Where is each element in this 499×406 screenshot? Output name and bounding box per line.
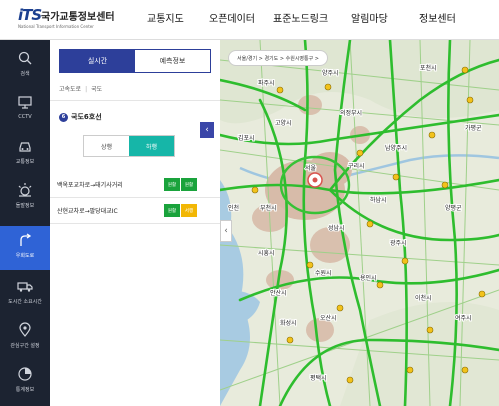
- header: iTS 국가교통정보센터 National Transport Informat…: [0, 0, 499, 40]
- status-badge: 서행: [181, 204, 197, 217]
- nav-detour-label: 우회도로: [15, 253, 35, 259]
- pin-icon: [19, 322, 31, 337]
- map-label: 구리시: [348, 162, 365, 170]
- map-label: 오산시: [320, 314, 337, 322]
- map-label: 하남시: [370, 196, 387, 204]
- road-type-highway[interactable]: 고속도로: [59, 86, 81, 93]
- direction-toggle: 상행 하행: [83, 135, 175, 157]
- logo-subtitle: National Transport Information Center: [18, 24, 94, 29]
- its-logo[interactable]: iTS 국가교통정보센터 National Transport Informat…: [18, 6, 118, 36]
- gnb-standard-node-link[interactable]: 표준노드링크: [273, 10, 351, 30]
- map-label: 수원시: [315, 269, 332, 277]
- nav-intercity-time-label: 도시간 소요시간: [8, 299, 42, 305]
- section-row[interactable]: 백옥포교차로→태기사거리 원활 원활: [50, 172, 220, 198]
- left-nav: 검색 CCTV 교통정보 돌발정보 우회도로 도시간 소요시간 관심구간 설정 …: [0, 40, 50, 406]
- detour-icon: [20, 233, 32, 246]
- road-type-national[interactable]: 국도: [91, 86, 102, 93]
- nav-traffic[interactable]: 교통정보: [0, 132, 50, 176]
- nav-intercity-time[interactable]: 도시간 소요시간: [0, 272, 50, 316]
- map-breadcrumb[interactable]: 서울/경기 > 경기도 > 수원시영통구 >: [228, 50, 329, 66]
- status-badge: 원활: [164, 204, 180, 217]
- detour-panel: 실시간 예측정보 고속도로 | 국도 6 국도6호선 ‹ 상행 하행 백옥포교차로→태…: [50, 40, 220, 406]
- map-label: 포천시: [420, 64, 437, 72]
- nav-cctv-label: CCTV: [18, 114, 32, 120]
- nav-search[interactable]: 검색: [0, 44, 50, 88]
- route-name: 국도6호선: [71, 113, 102, 121]
- cctv-icon: [18, 96, 32, 109]
- divider: |: [85, 86, 88, 93]
- status-badge: 원활: [181, 178, 197, 191]
- section-name: 백옥포교차로→태기사거리: [57, 182, 123, 189]
- alert-icon: [18, 183, 32, 197]
- map-label: 인천: [228, 204, 239, 212]
- nav-interest-section[interactable]: 관심구간 설정: [0, 316, 50, 360]
- traffic-map[interactable]: 파주시 양주시 의정부시 포천시 남양주시 구리시 하남시 서울 성남시 광주시…: [220, 40, 499, 406]
- map-label: 남양주시: [385, 144, 407, 152]
- map-label: 용인시: [360, 275, 377, 282]
- map-label: 이천시: [415, 294, 432, 302]
- map-label: 시흥시: [258, 249, 275, 257]
- nav-stats-label: 통계정보: [15, 387, 35, 393]
- car-icon: [19, 142, 31, 152]
- collapse-panel-button[interactable]: ‹: [200, 122, 214, 138]
- gnb-notice[interactable]: 알림마당: [351, 10, 419, 30]
- map-label: 안산시: [270, 289, 287, 297]
- logo-mark: iTS: [18, 6, 42, 24]
- map-label: 양평군: [445, 204, 462, 212]
- search-icon: [18, 51, 32, 65]
- direction-down-button[interactable]: 하행: [129, 136, 174, 156]
- gnb-info-center[interactable]: 정보센터: [419, 10, 485, 30]
- truck-icon: [17, 282, 33, 292]
- map-label: 양주시: [322, 69, 339, 77]
- nav-detour[interactable]: 우회도로: [0, 226, 50, 270]
- status-badge: 원활: [164, 178, 180, 191]
- map-label: 성남시: [328, 224, 345, 232]
- divider: [50, 100, 220, 101]
- nav-incident-label: 돌발정보: [15, 203, 35, 209]
- tab-realtime[interactable]: 실시간: [60, 50, 135, 72]
- direction-up-button[interactable]: 상행: [84, 136, 129, 156]
- map-label: 서울: [305, 164, 317, 172]
- nav-search-label: 검색: [20, 71, 30, 77]
- road-type-filter: 고속도로 | 국도: [59, 84, 102, 93]
- tab-forecast[interactable]: 예측정보: [135, 50, 210, 72]
- map-label: 부천시: [260, 204, 277, 212]
- section-row[interactable]: 산현교차로→팔당대교IC 원활 서행: [50, 198, 220, 224]
- map-label: 평택시: [310, 374, 327, 382]
- nav-stats[interactable]: 통계정보: [0, 360, 50, 404]
- logo-title: 국가교통정보센터: [41, 12, 115, 23]
- map-label: 파주시: [258, 79, 275, 87]
- chevron-left-icon: ‹: [224, 226, 228, 236]
- gnb-traffic-map[interactable]: 교통지도: [147, 10, 209, 30]
- nav-cctv[interactable]: CCTV: [0, 88, 50, 132]
- section-name: 산현교차로→팔당대교IC: [57, 208, 118, 215]
- route-badge: 6: [59, 112, 68, 122]
- map-expand-handle[interactable]: ‹: [220, 220, 232, 242]
- nav-traffic-label: 교통정보: [15, 159, 35, 165]
- chevron-left-icon: ‹: [205, 125, 209, 135]
- route-title: 6 국도6호선: [59, 112, 102, 122]
- nav-interest-section-label: 관심구간 설정: [10, 343, 40, 349]
- gnb-open-data[interactable]: 오픈데이터: [209, 10, 273, 30]
- global-nav: 교통지도 오픈데이터 표준노드링크 알림마당 정보센터: [147, 10, 485, 30]
- map-label: 가평군: [465, 124, 482, 132]
- map-label: 의정부시: [340, 109, 362, 117]
- map-label: 광주시: [390, 240, 407, 247]
- nav-incident[interactable]: 돌발정보: [0, 176, 50, 220]
- stats-icon: [18, 367, 32, 381]
- map-label: 김포시: [238, 135, 255, 142]
- map-label: 고양시: [275, 119, 292, 127]
- info-tabs: 실시간 예측정보: [59, 49, 211, 73]
- map-label: 화성시: [280, 319, 297, 327]
- map-canvas[interactable]: 파주시 양주시 의정부시 포천시 남양주시 구리시 하남시 서울 성남시 광주시…: [220, 40, 499, 406]
- map-label: 여주시: [455, 314, 472, 322]
